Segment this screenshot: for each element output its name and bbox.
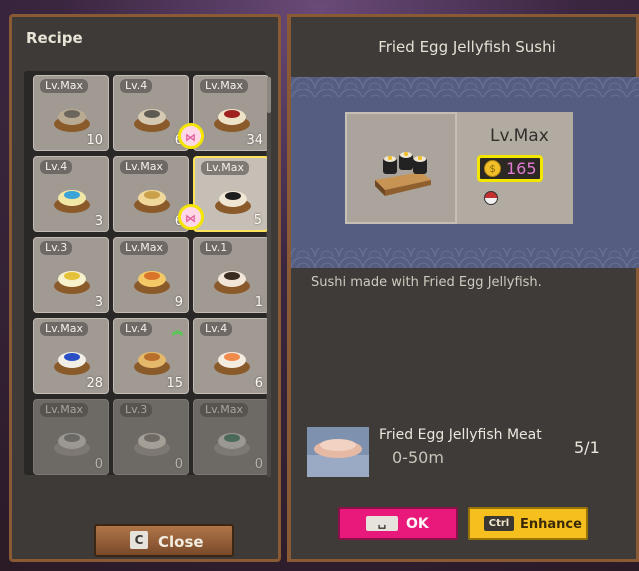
slot-level: Lv.4 (40, 160, 73, 174)
sushi-roll-icon (54, 190, 90, 213)
recipe-slot-sushi-boat[interactable]: Lv.Max 34 (193, 75, 269, 151)
jellyfish-sushi-icon (375, 152, 431, 196)
slot-quantity: 0 (94, 457, 103, 472)
close-label: Close (158, 533, 204, 551)
salmon-nigiri-icon (214, 352, 250, 375)
recipe-slot-fish-bowl[interactable]: Lv.Max 0 (33, 399, 109, 475)
slot-quantity: 9 (174, 295, 183, 310)
slot-quantity: 0 (174, 457, 183, 472)
slot-quantity: 15 (166, 376, 183, 391)
c-key-icon: C (130, 531, 148, 549)
slot-level: Lv.3 (120, 403, 153, 417)
recipe-title: Recipe (26, 29, 83, 47)
highlight-marker-top: ⋈ (178, 123, 204, 149)
upgrade-arrow-icon: ︽ (172, 324, 183, 337)
slot-level: Lv.3 (40, 241, 73, 255)
nigiri-icon (214, 271, 250, 294)
slot-level: Lv.4 (120, 322, 153, 336)
recipe-slot-sushi-roll[interactable]: Lv.4 3 (33, 156, 109, 232)
recipe-slot-fried-platter[interactable]: Lv.Max 9 (113, 237, 189, 313)
omelet-icon (54, 271, 90, 294)
price-value: 165 (506, 159, 537, 178)
ingredient-image (307, 427, 369, 477)
dish-level: Lv.Max (490, 126, 549, 146)
slot-quantity: 1 (254, 295, 263, 310)
recipe-slot-green-sushi[interactable]: Lv.Max 0 (193, 399, 269, 475)
enhance-label: Enhance (520, 517, 582, 532)
ingredient-range: 0-50m (392, 448, 444, 467)
recipe-panel: Recipe Lv.Max10Lv.46Lv.Max34Lv.43Lv.Max6… (9, 14, 281, 562)
slot-level: Lv.Max (40, 403, 89, 417)
slot-level: Lv.Max (40, 79, 89, 93)
slot-quantity: 28 (86, 376, 103, 391)
scroll-thumb[interactable] (267, 77, 271, 113)
ctrl-key-icon: Ctrl (484, 516, 514, 531)
recipe-slot-shrimp-bowl[interactable]: Lv.3 0 (113, 399, 189, 475)
dish-description: Sushi made with Fried Egg Jellyfish. (311, 275, 542, 290)
pokeball-icon (484, 191, 498, 205)
bow-icon: ⋈ (185, 212, 196, 225)
slot-level: Lv.4 (200, 322, 233, 336)
recipe-slot-seafood-pizza[interactable]: Lv.4 15 ︽ (113, 318, 189, 394)
coin-icon: $ (484, 160, 501, 177)
recipe-grid: Lv.Max10Lv.46Lv.Max34Lv.43Lv.Max6Lv.Max5… (24, 71, 269, 475)
shrimp-bowl-icon (134, 433, 170, 456)
blue-sushi-icon (54, 352, 90, 375)
seafood-pizza-icon (134, 352, 170, 375)
close-button[interactable]: C Close (94, 524, 234, 557)
green-sushi-icon (214, 433, 250, 456)
slot-level: Lv.4 (120, 79, 153, 93)
price-box: $ 165 (477, 155, 543, 182)
slot-quantity: 5 (253, 213, 262, 228)
fried-platter-icon (134, 271, 170, 294)
slot-quantity: 3 (94, 295, 103, 310)
slot-level: Lv.Max (40, 322, 89, 336)
dish-preview (345, 112, 457, 224)
detail-panel: Fried Egg Jellyfish Sushi Lv.Max $ 165 S… (287, 14, 639, 562)
recipe-slot-blue-sushi[interactable]: Lv.Max 28 (33, 318, 109, 394)
space-key-icon: ␣ (366, 516, 398, 531)
grilled-fish-icon (134, 109, 170, 132)
fish-bowl-icon (54, 433, 90, 456)
recipe-slot-oyster[interactable]: Lv.Max 10 (33, 75, 109, 151)
recipe-slot-nigiri[interactable]: Lv.1 1 (193, 237, 269, 313)
recipe-slot-jellyfish-sushi[interactable]: Lv.Max 5 (193, 156, 269, 232)
jellyfish-meat-icon (307, 427, 369, 477)
bow-icon: ⋈ (185, 131, 196, 144)
sushi-boat-icon (214, 109, 250, 132)
slot-level: Lv.Max (200, 403, 249, 417)
slot-level: Lv.Max (120, 160, 169, 174)
highlight-marker-middle: ⋈ (178, 204, 204, 230)
dish-title: Fried Egg Jellyfish Sushi (378, 38, 556, 56)
slot-level: Lv.Max (120, 241, 169, 255)
slot-quantity: 3 (94, 214, 103, 229)
tempura-icon (134, 190, 170, 213)
slot-quantity: 10 (86, 133, 103, 148)
slot-quantity: 0 (254, 457, 263, 472)
slot-quantity: 6 (254, 376, 263, 391)
slot-level: Lv.1 (200, 241, 233, 255)
ingredient-count: 5/1 (574, 438, 600, 457)
dish-banner: Lv.Max $ 165 (291, 77, 639, 268)
dish-stats: Lv.Max $ 165 (457, 112, 573, 224)
slot-level: Lv.Max (200, 79, 249, 93)
slot-level: Lv.Max (201, 161, 250, 175)
jellyfish-sushi-icon (215, 191, 251, 214)
oyster-icon (54, 109, 90, 132)
recipe-scrollbar[interactable] (267, 77, 271, 477)
recipe-slot-omelet[interactable]: Lv.3 3 (33, 237, 109, 313)
ingredient-name: Fried Egg Jellyfish Meat (379, 427, 542, 443)
slot-quantity: 34 (246, 133, 263, 148)
enhance-button[interactable]: Ctrl Enhance (468, 507, 588, 540)
ok-button[interactable]: ␣ OK (338, 507, 458, 540)
recipe-slot-salmon-nigiri[interactable]: Lv.4 6 (193, 318, 269, 394)
ok-label: OK (406, 516, 429, 532)
